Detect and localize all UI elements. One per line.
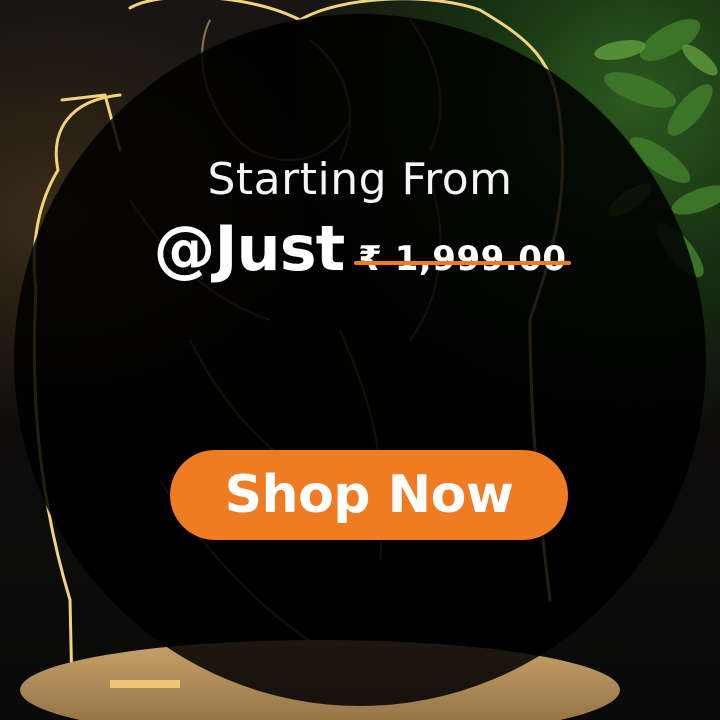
headline-text: Starting From bbox=[207, 154, 513, 205]
strikethrough-line bbox=[354, 261, 571, 265]
promo-scene: Starting From @Just ₹ 1,999.00 Shop Now bbox=[0, 0, 720, 720]
price-prefix-text: @Just bbox=[153, 212, 345, 285]
price-line: @Just ₹ 1,999.00 bbox=[0, 212, 720, 285]
promo-content: Starting From @Just ₹ 1,999.00 Shop Now bbox=[0, 0, 720, 720]
shop-now-button[interactable]: Shop Now bbox=[170, 450, 568, 540]
original-price-text: ₹ 1,999.00 bbox=[358, 239, 567, 279]
original-price: ₹ 1,999.00 bbox=[354, 239, 571, 279]
